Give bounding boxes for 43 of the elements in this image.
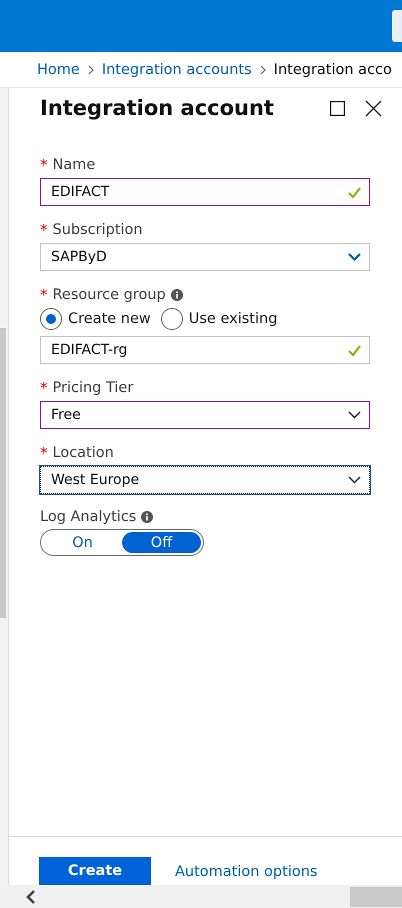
dropdown[interactable]: SAPByD	[40, 243, 370, 271]
radio-button[interactable]	[40, 308, 62, 330]
info-icon[interactable]	[170, 289, 183, 301]
field-label: Log Analytics	[40, 509, 136, 525]
dropdown[interactable]: Free	[40, 401, 370, 429]
chevron-down-icon	[348, 411, 361, 419]
scrollbar-thumb[interactable]	[350, 886, 402, 906]
required-mark: *	[40, 379, 48, 397]
scrollbar-thumb[interactable]	[0, 328, 6, 618]
required-mark: *	[40, 444, 48, 462]
field-label: Name	[52, 157, 96, 173]
dropdown[interactable]: West Europe	[40, 466, 370, 494]
check-icon	[348, 186, 361, 198]
radio-label[interactable]: Create new	[68, 311, 151, 327]
chevron-right-icon	[88, 64, 94, 74]
required-mark: *	[40, 221, 48, 239]
info-icon[interactable]	[141, 511, 154, 523]
input-field[interactable]: EDIFACT-rg	[40, 336, 370, 364]
breadcrumb-link[interactable]: Integration accounts	[102, 62, 252, 78]
chevron-down-icon	[348, 476, 361, 484]
automation-link[interactable]: Automation options	[175, 864, 318, 885]
maximize-icon[interactable]	[330, 100, 345, 116]
breadcrumb-current: Integration acco	[274, 62, 392, 78]
search-field[interactable]	[392, 10, 402, 42]
field-label: Pricing Tier	[52, 380, 134, 396]
required-mark: *	[40, 286, 48, 304]
field-label: Resource group	[52, 287, 166, 303]
required-mark: *	[40, 156, 48, 174]
field-label: Location	[52, 445, 114, 461]
radio-button[interactable]	[160, 308, 183, 330]
scroll-left-icon[interactable]	[26, 890, 36, 904]
create-button[interactable]: Create	[39, 857, 151, 885]
field-label: Subscription	[52, 222, 143, 238]
toggle-option[interactable]: Off	[122, 532, 201, 553]
input-field[interactable]: EDIFACT	[40, 178, 370, 206]
radio-label[interactable]: Use existing	[188, 311, 278, 327]
breadcrumb-link[interactable]: Home	[37, 62, 80, 78]
toggle-option[interactable]: On	[43, 532, 122, 553]
panel-title: Integration account	[40, 96, 275, 120]
chevron-down-icon	[348, 253, 361, 261]
close-icon[interactable]	[365, 100, 382, 116]
chevron-right-icon	[260, 64, 266, 74]
check-icon	[348, 344, 361, 356]
